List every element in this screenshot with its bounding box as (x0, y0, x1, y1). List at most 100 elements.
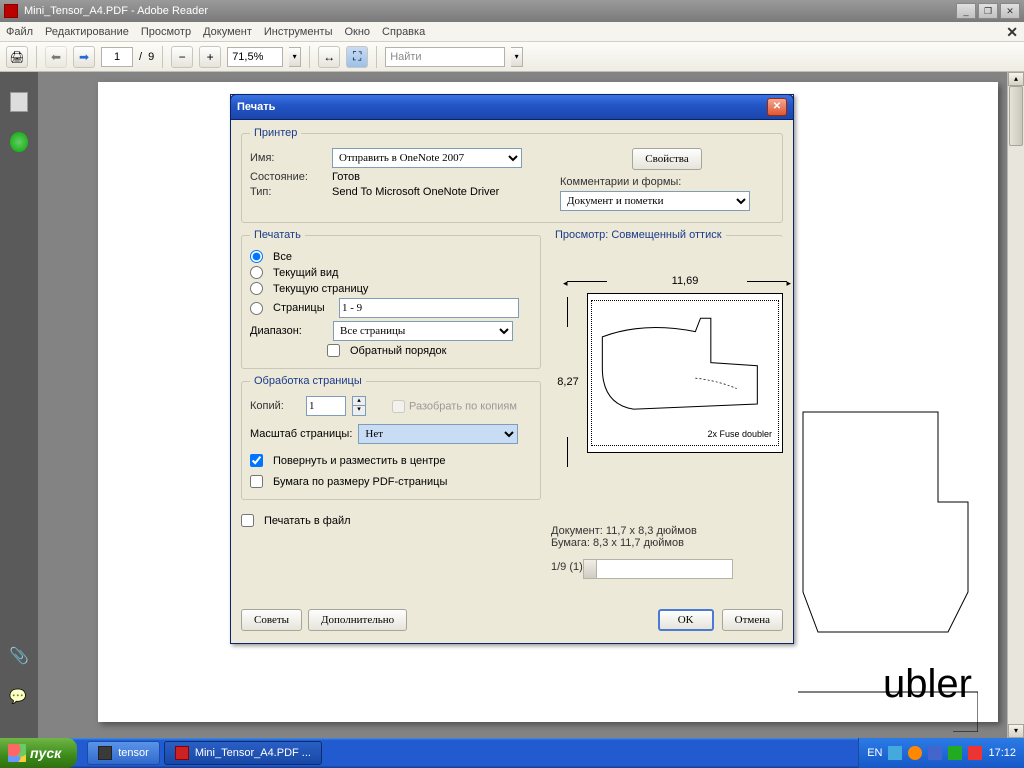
scroll-up-icon[interactable]: ▴ (1008, 72, 1024, 86)
taskbar-app-tensor[interactable]: tensor (87, 741, 160, 765)
zoom-out-icon[interactable]: − (171, 46, 193, 68)
vertical-scrollbar[interactable]: ▴ ▾ (1007, 72, 1024, 738)
dialog-title: Печать (237, 101, 275, 113)
tray-icon-4[interactable] (948, 746, 962, 760)
attachments-icon[interactable] (10, 648, 28, 668)
autorotate-checkbox[interactable] (250, 454, 263, 467)
scroll-down-icon[interactable]: ▾ (1008, 724, 1024, 738)
tray-icon-2[interactable] (908, 746, 922, 760)
comments-select[interactable]: Документ и пометки (560, 191, 750, 211)
find-dropdown-icon[interactable]: ▾ (511, 47, 523, 67)
printer-type-label: Тип: (250, 186, 326, 198)
tray-icon-3[interactable] (928, 746, 942, 760)
scaling-select[interactable]: Нет (358, 424, 518, 444)
printer-name-select[interactable]: Отправить в OneNote 2007 (332, 148, 522, 168)
preview-group: Просмотр: Совмещенный оттиск ◂11,69▸ 8,2… (551, 229, 783, 579)
print-to-file-checkbox[interactable] (241, 514, 254, 527)
tray-lang[interactable]: EN (867, 747, 882, 759)
range-legend: Печатать (250, 229, 305, 241)
page-handling-group: Обработка страницы Копий: ▴ ▾ Разобрать … (241, 375, 541, 500)
page-range-input[interactable] (339, 298, 519, 318)
subset-label: Диапазон: (250, 325, 327, 337)
preview-annotation: 2x Fuse doubler (707, 429, 772, 439)
printer-status-value: Готов (332, 171, 360, 183)
preview-page: 2x Fuse doubler (587, 293, 783, 453)
close-button[interactable]: ✕ (1000, 3, 1020, 19)
handling-legend: Обработка страницы (250, 375, 366, 387)
collate-checkbox (392, 400, 405, 413)
fit-page-icon[interactable]: ⛶ (346, 46, 368, 68)
comments-label: Комментарии и формы: (560, 176, 681, 188)
menu-help[interactable]: Справка (382, 26, 425, 38)
scroll-thumb[interactable] (1009, 86, 1023, 146)
ok-button[interactable]: OK (658, 609, 714, 631)
printer-group: Принтер Имя: Отправить в OneNote 2007 Со… (241, 127, 783, 223)
cancel-button[interactable]: Отмена (722, 609, 783, 631)
range-currentpage-radio[interactable] (250, 282, 263, 295)
nav-panel (0, 72, 38, 738)
copies-up-icon[interactable]: ▴ (352, 396, 366, 406)
app-reader-icon (175, 746, 189, 760)
system-tray[interactable]: EN 17:12 (858, 738, 1024, 768)
window-title: Mini_Tensor_A4.PDF - Adobe Reader (24, 5, 208, 17)
menu-file[interactable]: Файл (6, 26, 33, 38)
menu-edit[interactable]: Редактирование (45, 26, 129, 38)
page-text-fragment: ubler (883, 662, 972, 707)
range-pages-radio[interactable] (250, 302, 263, 315)
zoom-dropdown-icon[interactable]: ▾ (289, 47, 301, 67)
taskbar-app-reader[interactable]: Mini_Tensor_A4.PDF ... (164, 741, 322, 765)
reverse-checkbox[interactable] (327, 344, 340, 357)
range-view-radio[interactable] (250, 266, 263, 279)
preview-legend: Просмотр: Совмещенный оттиск (551, 229, 726, 241)
fit-width-icon[interactable]: ↔ (318, 46, 340, 68)
paper-by-pdf-checkbox[interactable] (250, 475, 263, 488)
advanced-button[interactable]: Дополнительно (308, 609, 407, 631)
print-dialog: Печать ✕ Принтер Имя: Отправить в OneNot… (230, 94, 794, 644)
preview-slider[interactable] (583, 559, 733, 579)
print-icon[interactable]: 🖨 (6, 46, 28, 68)
copies-input[interactable] (306, 396, 346, 416)
tray-icon-5[interactable] (968, 746, 982, 760)
range-all-radio[interactable] (250, 250, 263, 263)
zoom-value[interactable]: 71,5% (227, 47, 283, 67)
dialog-close-icon[interactable]: ✕ (767, 98, 787, 116)
help-icon[interactable] (10, 132, 28, 152)
info-paper-size: Бумага: 8,3 x 11,7 дюймов (551, 537, 783, 549)
info-sheets: 1/9 (1) (551, 561, 583, 573)
copies-down-icon[interactable]: ▾ (352, 406, 366, 416)
menu-document[interactable]: Документ (203, 26, 252, 38)
window-titlebar: Mini_Tensor_A4.PDF - Adobe Reader _ ❐ ✕ (0, 0, 1024, 22)
toolbar: 🖨 ⬅ ➡ 1 / 9 − + 71,5% ▾ ↔ ⛶ Найти ▾ (0, 42, 1024, 72)
preview-height: 8,27 (557, 376, 578, 388)
restore-button[interactable]: ❐ (978, 3, 998, 19)
preview-width: 11,69 (672, 275, 699, 287)
app-tensor-icon (98, 746, 112, 760)
next-page-icon[interactable]: ➡ (73, 46, 95, 68)
menu-view[interactable]: Просмотр (141, 26, 191, 38)
subset-select[interactable]: Все страницы (333, 321, 513, 341)
printer-legend: Принтер (250, 127, 301, 139)
minimize-button[interactable]: _ (956, 3, 976, 19)
tray-clock: 17:12 (988, 747, 1016, 759)
menu-window[interactable]: Окно (344, 26, 370, 38)
zoom-in-icon[interactable]: + (199, 46, 221, 68)
tips-button[interactable]: Советы (241, 609, 302, 631)
doc-close-icon[interactable]: ✕ (1006, 24, 1018, 41)
tray-icon-1[interactable] (888, 746, 902, 760)
copies-label: Копий: (250, 400, 300, 412)
app-icon (4, 4, 18, 18)
scaling-label: Масштаб страницы: (250, 428, 352, 440)
start-button[interactable]: пуск (0, 738, 77, 768)
comments-icon[interactable] (10, 688, 28, 708)
prev-page-icon[interactable]: ⬅ (45, 46, 67, 68)
page-range-group: Печатать Все Текущий вид Текущую страниц… (241, 229, 541, 369)
info-document-size: Документ: 11,7 x 8,3 дюймов (551, 525, 783, 537)
thumbnails-icon[interactable] (10, 92, 28, 112)
page-total: 9 (148, 51, 154, 63)
page-separator: / (139, 51, 142, 63)
dialog-titlebar[interactable]: Печать ✕ (230, 94, 794, 120)
find-input[interactable]: Найти (385, 47, 505, 67)
menu-tools[interactable]: Инструменты (264, 26, 333, 38)
properties-button[interactable]: Свойства (632, 148, 701, 170)
page-number-input[interactable]: 1 (101, 47, 133, 67)
